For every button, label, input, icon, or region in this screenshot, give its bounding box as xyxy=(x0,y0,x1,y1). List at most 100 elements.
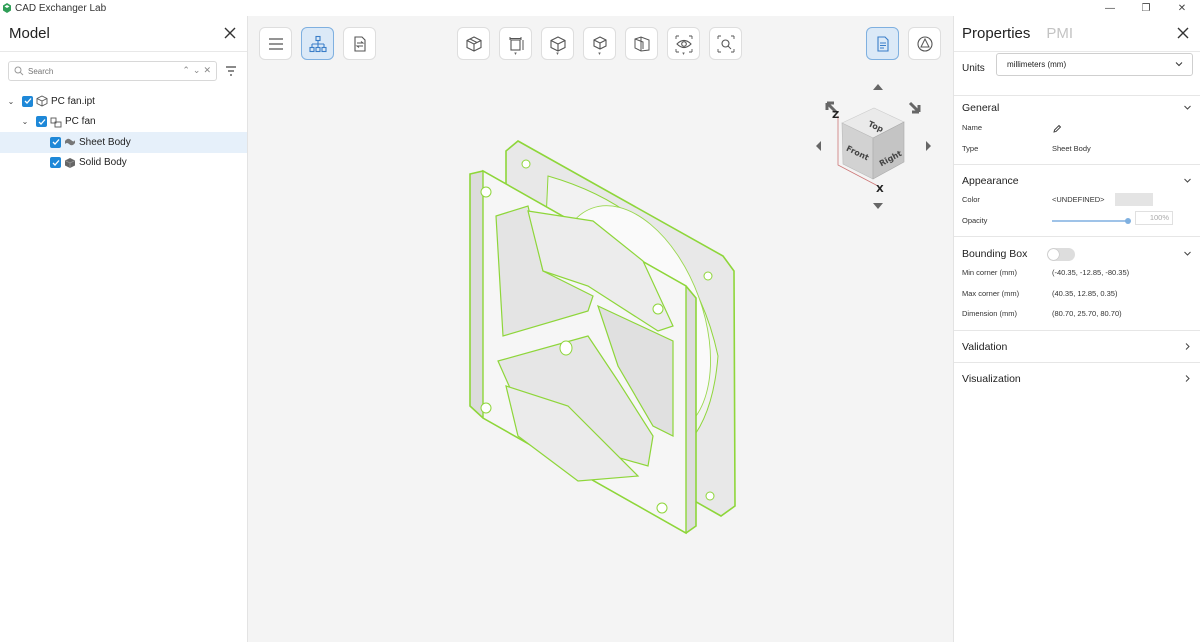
visibility-button[interactable]: ▾ xyxy=(667,27,700,60)
checkbox-checked[interactable] xyxy=(36,116,47,128)
structure-button[interactable] xyxy=(301,27,334,60)
maximize-button[interactable]: ❐ xyxy=(1128,0,1164,16)
tree-item-label: PC fan xyxy=(65,116,96,128)
chevron-down-icon[interactable] xyxy=(1183,176,1192,185)
title-bar: CAD Exchanger Lab — ❐ ✕ xyxy=(0,0,1200,16)
measure-button[interactable]: ▾ xyxy=(499,27,532,60)
tree-item-label: Sheet Body xyxy=(79,136,131,148)
opacity-input[interactable]: 100% xyxy=(1135,211,1173,225)
tree-item-solid-body[interactable]: Solid Body xyxy=(0,153,247,174)
section-bounding-box: Bounding Box Min corner (mm) (-40.35, -1… xyxy=(954,236,1200,330)
properties-toggle-button[interactable] xyxy=(866,27,899,60)
visibility-icon xyxy=(675,35,692,52)
rotate-down-icon[interactable] xyxy=(873,203,883,209)
axis-z-label: Z xyxy=(832,110,839,121)
assembly-icon xyxy=(50,117,62,128)
fit-view-button[interactable] xyxy=(709,27,742,60)
pmi-toggle-button[interactable] xyxy=(908,27,941,60)
units-select[interactable]: millimeters (mm) xyxy=(996,53,1193,76)
explode-button[interactable]: ▾ xyxy=(583,27,616,60)
search-input[interactable] xyxy=(28,66,158,76)
search-clear-icon[interactable]: ✕ xyxy=(203,65,211,76)
tree-item-sheet-body[interactable]: Sheet Body xyxy=(0,132,247,153)
dimension-label: Dimension (mm) xyxy=(962,309,1018,318)
rotate-right-icon[interactable] xyxy=(926,141,931,151)
bounding-box-toggle[interactable] xyxy=(1047,248,1075,261)
rotate-left-icon[interactable] xyxy=(816,141,821,151)
units-value: millimeters (mm) xyxy=(1007,60,1067,69)
max-corner-label: Max corner (mm) xyxy=(962,289,1020,298)
display-mode-button[interactable]: ▾ xyxy=(541,27,574,60)
properties-icon xyxy=(876,35,889,52)
pc-fan-model[interactable] xyxy=(458,136,758,536)
color-value: <UNDEFINED> xyxy=(1052,195,1105,204)
checkbox-checked[interactable] xyxy=(50,136,61,148)
structure-tree-icon xyxy=(308,35,327,52)
chevron-down-icon[interactable] xyxy=(1183,249,1192,258)
3d-viewport[interactable]: ▾ ▾ ▾ ▾ Top Front Right Z X xyxy=(248,16,953,642)
search-prev-icon[interactable]: ⌃ xyxy=(182,65,190,76)
chevron-right-icon[interactable] xyxy=(1183,374,1192,383)
solid-body-icon xyxy=(64,157,76,168)
chevron-down-icon xyxy=(1175,62,1183,67)
measure-icon xyxy=(509,36,523,51)
model-panel-title: Model xyxy=(9,25,50,42)
explode-icon xyxy=(592,35,607,50)
section-appearance-title[interactable]: Appearance xyxy=(962,175,1019,187)
projection-button[interactable] xyxy=(625,27,658,60)
section-view-icon xyxy=(465,35,482,52)
chevron-down-icon[interactable]: ⌄ xyxy=(20,117,30,127)
opacity-slider[interactable] xyxy=(1052,218,1131,224)
fit-view-icon xyxy=(717,35,734,52)
min-corner-label: Min corner (mm) xyxy=(962,268,1018,277)
exchange-button[interactable] xyxy=(343,27,376,60)
section-general: General Name Type Sheet Body xyxy=(954,95,1200,164)
section-view-button[interactable] xyxy=(457,27,490,60)
type-label: Type xyxy=(962,144,979,153)
menu-icon xyxy=(268,37,283,50)
projection-icon xyxy=(634,35,649,52)
rotate-up-icon[interactable] xyxy=(873,84,883,90)
close-window-button[interactable]: ✕ xyxy=(1164,0,1200,16)
section-general-title[interactable]: General xyxy=(962,102,999,114)
chevron-down-icon[interactable]: ⌄ xyxy=(6,96,16,106)
color-swatch[interactable] xyxy=(1115,193,1153,206)
chevron-down-icon[interactable] xyxy=(1183,103,1192,112)
part-icon xyxy=(36,95,48,107)
chevron-right-icon[interactable] xyxy=(1183,342,1192,351)
window-title: CAD Exchanger Lab xyxy=(15,2,107,14)
search-next-icon[interactable]: ⌄ xyxy=(193,65,201,76)
opacity-label: Opacity xyxy=(962,216,988,225)
search-field[interactable]: ⌃ ⌄ ✕ xyxy=(8,61,217,81)
minimize-button[interactable]: — xyxy=(1092,0,1128,16)
search-icon xyxy=(14,66,24,76)
section-bounding-box-title[interactable]: Bounding Box xyxy=(962,248,1027,260)
tree-item-pc-fan-ipt[interactable]: ⌄ PC fan.ipt xyxy=(0,91,247,112)
section-visualization-title[interactable]: Visualization xyxy=(962,373,1021,385)
dimension-value: (80.70, 25.70, 80.70) xyxy=(1052,309,1122,318)
menu-button[interactable] xyxy=(259,27,292,60)
filter-icon[interactable] xyxy=(225,65,237,77)
model-panel: Model ⌃ ⌄ ✕ ⌄ xyxy=(0,16,248,642)
opacity-slider-handle[interactable] xyxy=(1125,218,1131,224)
edit-pencil-icon[interactable] xyxy=(1053,124,1062,133)
tab-pmi[interactable]: PMI xyxy=(1046,25,1073,42)
roll-right-icon[interactable] xyxy=(908,101,921,114)
checkbox-checked[interactable] xyxy=(50,157,61,169)
name-label: Name xyxy=(962,123,983,132)
close-model-panel-icon[interactable] xyxy=(222,25,238,41)
section-validation[interactable]: Validation xyxy=(954,330,1200,362)
section-validation-title[interactable]: Validation xyxy=(962,341,1007,353)
max-corner-value: (40.35, 12.85, 0.35) xyxy=(1052,289,1118,298)
model-tree: ⌄ PC fan.ipt ⌄ PC fan Sheet Body Solid B… xyxy=(0,91,247,173)
min-corner-value: (-40.35, -12.85, -80.35) xyxy=(1052,268,1130,277)
view-cube[interactable]: Top Front Right Z X xyxy=(816,82,942,212)
section-visualization[interactable]: Visualization xyxy=(954,362,1200,394)
section-appearance: Appearance Color <UNDEFINED> Opacity 100… xyxy=(954,164,1200,236)
tab-properties[interactable]: Properties xyxy=(962,25,1030,42)
tree-item-label: PC fan.ipt xyxy=(51,95,95,107)
close-properties-icon[interactable] xyxy=(1175,25,1191,41)
checkbox-checked[interactable] xyxy=(22,95,33,107)
units-label: Units xyxy=(962,63,985,74)
tree-item-pc-fan[interactable]: ⌄ PC fan xyxy=(0,112,247,133)
